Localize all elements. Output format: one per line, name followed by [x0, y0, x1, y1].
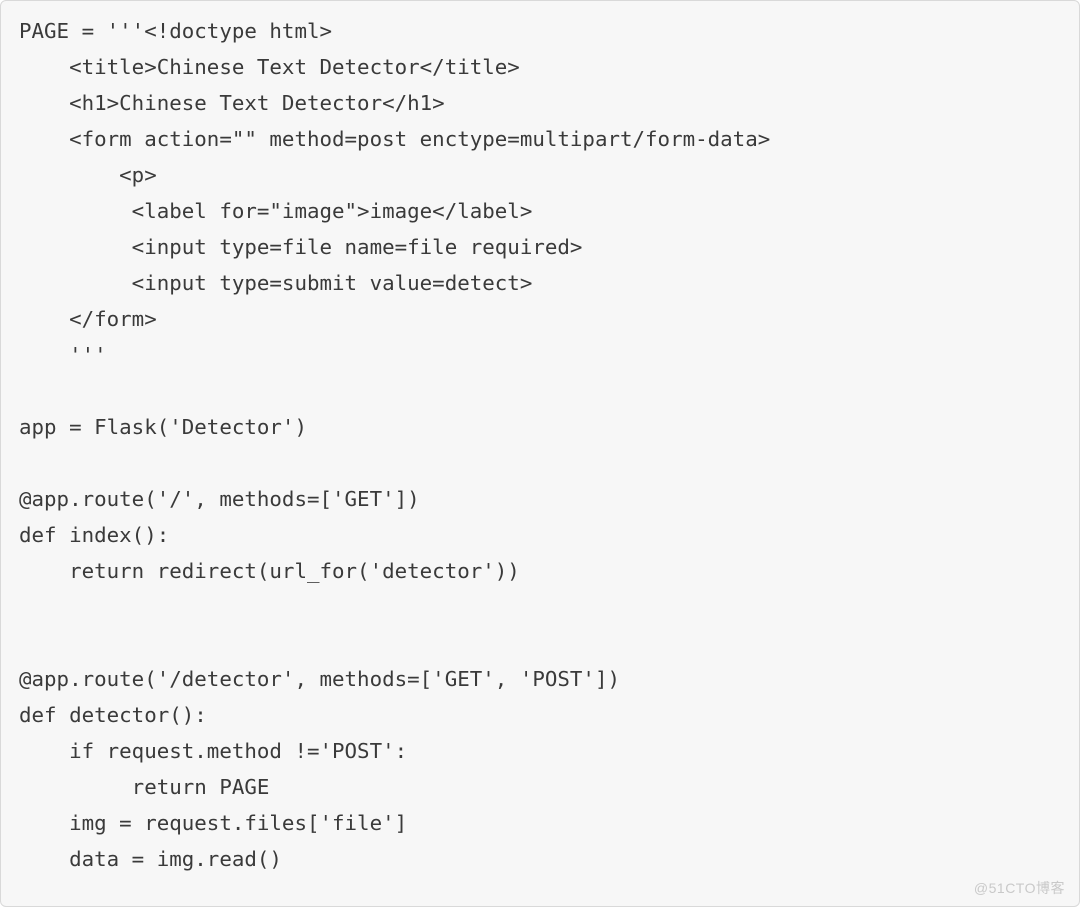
code-block-frame: PAGE = '''<!doctype html> <title>Chinese…: [0, 0, 1080, 907]
watermark-label: @51CTO博客: [974, 878, 1065, 898]
code-content: PAGE = '''<!doctype html> <title>Chinese…: [19, 13, 1061, 877]
